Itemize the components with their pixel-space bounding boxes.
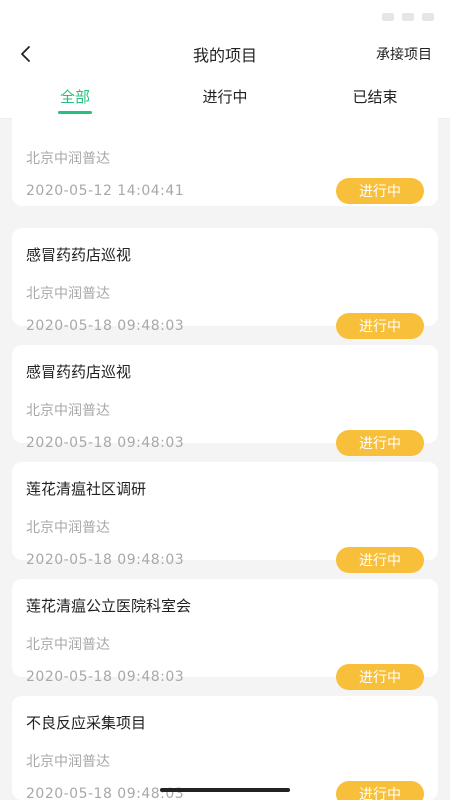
tab-in-progress[interactable]: 进行中 bbox=[150, 74, 300, 118]
project-time: 2020-05-18 09:48:03 bbox=[26, 669, 185, 685]
project-time: 2020-05-18 09:48:03 bbox=[26, 552, 185, 568]
project-org: 北京中润普达 bbox=[26, 754, 110, 770]
signal-icon bbox=[382, 13, 394, 21]
status-badge[interactable]: 进行中 bbox=[336, 313, 424, 339]
project-time: 2020-05-18 09:48:03 bbox=[26, 435, 185, 451]
status-badge[interactable]: 进行中 bbox=[336, 430, 424, 456]
project-card[interactable]: 不良反应采集项目 北京中润普达 2020-05-18 09:48:03 进行中 bbox=[12, 696, 438, 800]
project-name: 感冒药药店巡视 bbox=[26, 246, 132, 264]
project-meta-row: 2020-05-18 09:48:03 进行中 bbox=[26, 313, 424, 339]
status-badge[interactable]: 进行中 bbox=[336, 781, 424, 800]
project-card[interactable]: 莲花清瘟社区调研 北京中润普达 2020-05-18 09:48:03 进行中 bbox=[12, 462, 438, 573]
tab-bar: 全部 进行中 已结束 bbox=[0, 74, 450, 119]
status-badge[interactable]: 进行中 bbox=[336, 664, 424, 690]
status-bar bbox=[0, 0, 450, 34]
project-org: 北京中润普达 bbox=[26, 403, 110, 419]
project-meta-row: 2020-05-18 09:48:03 进行中 bbox=[26, 430, 424, 456]
project-org: 北京中润普达 bbox=[26, 637, 110, 653]
project-card[interactable]: 感冒药药店巡视 北京中润普达 2020-05-18 09:48:03 进行中 bbox=[12, 345, 438, 456]
project-list[interactable]: 北京中润普达 2020-05-12 14:04:41 进行中 感冒药药店巡视 北… bbox=[0, 118, 450, 800]
project-name: 不良反应采集项目 bbox=[26, 714, 147, 732]
project-org: 北京中润普达 bbox=[26, 286, 110, 302]
project-card[interactable]: 莲花清瘟公立医院科室会 北京中润普达 2020-05-18 09:48:03 进… bbox=[12, 579, 438, 690]
project-name: 莲花清瘟公立医院科室会 bbox=[26, 597, 192, 615]
project-meta-row: 2020-05-18 09:48:03 进行中 bbox=[26, 547, 424, 573]
project-org: 北京中润普达 bbox=[26, 151, 110, 167]
project-meta-row: 2020-05-18 09:48:03 进行中 bbox=[26, 664, 424, 690]
take-project-link[interactable]: 承接项目 bbox=[376, 44, 432, 64]
project-name bbox=[26, 118, 424, 130]
status-badge[interactable]: 进行中 bbox=[336, 178, 424, 204]
project-meta-row: 2020-05-12 14:04:41 进行中 bbox=[26, 178, 424, 204]
project-card[interactable]: 感冒药药店巡视 北京中润普达 2020-05-18 09:48:03 进行中 bbox=[12, 228, 438, 339]
project-card[interactable]: 北京中润普达 2020-05-12 14:04:41 进行中 bbox=[12, 118, 438, 206]
project-time: 2020-05-12 14:04:41 bbox=[26, 183, 185, 199]
tab-finished[interactable]: 已结束 bbox=[300, 74, 450, 118]
page-title: 我的项目 bbox=[192, 46, 257, 65]
status-icons bbox=[382, 13, 434, 21]
back-button[interactable] bbox=[14, 42, 38, 66]
status-badge[interactable]: 进行中 bbox=[336, 547, 424, 573]
tab-all[interactable]: 全部 bbox=[0, 74, 150, 118]
wifi-icon bbox=[402, 13, 414, 21]
home-indicator[interactable] bbox=[160, 788, 290, 792]
project-name: 莲花清瘟社区调研 bbox=[26, 480, 147, 498]
project-time: 2020-05-18 09:48:03 bbox=[26, 318, 185, 334]
project-name: 感冒药药店巡视 bbox=[26, 363, 132, 381]
chevron-left-icon bbox=[21, 46, 30, 62]
battery-icon bbox=[422, 13, 434, 21]
project-org: 北京中润普达 bbox=[26, 520, 110, 536]
header: 我的项目 承接项目 bbox=[0, 34, 450, 74]
